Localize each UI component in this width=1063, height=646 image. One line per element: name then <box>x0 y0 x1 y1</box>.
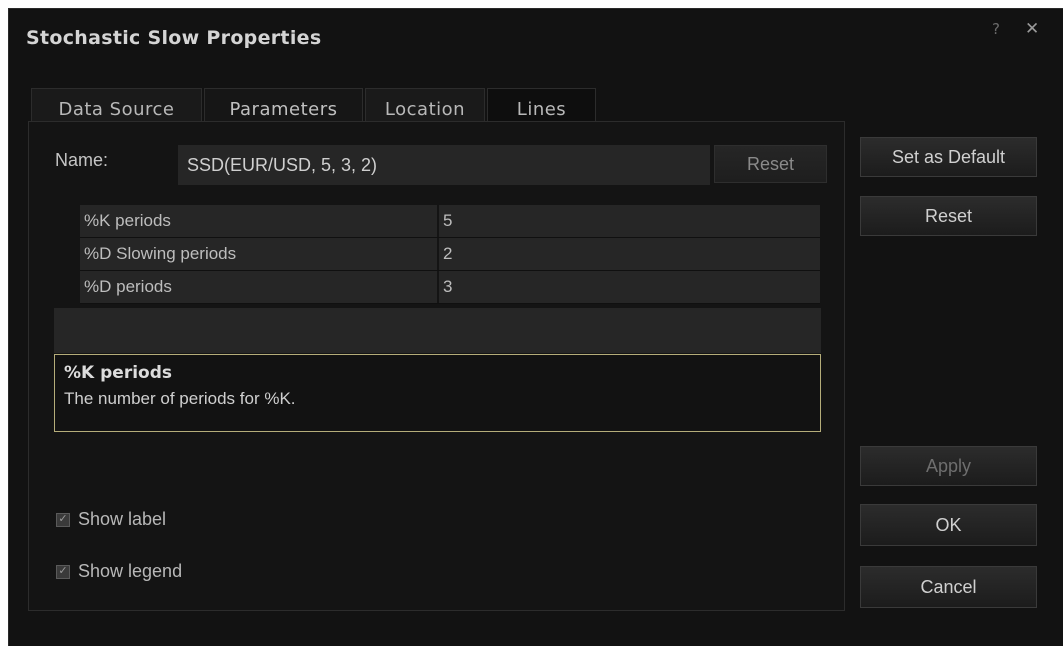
description-box: %K periods The number of periods for %K. <box>54 354 821 432</box>
parameter-value[interactable]: 2 <box>439 238 820 270</box>
parameter-value[interactable]: 3 <box>439 271 820 303</box>
ok-button[interactable]: OK <box>860 504 1037 546</box>
cancel-button[interactable]: Cancel <box>860 566 1037 608</box>
reset-button[interactable]: Reset <box>860 196 1037 236</box>
description-text: The number of periods for %K. <box>64 389 296 408</box>
parameter-row-d-periods[interactable]: %D periods 3 <box>80 271 820 304</box>
apply-button[interactable]: Apply <box>860 446 1037 486</box>
show-label-text: Show label <box>78 509 167 529</box>
name-input[interactable] <box>178 145 710 185</box>
checkbox-checked-icon[interactable]: ✓ <box>56 564 70 579</box>
help-icon[interactable]: ? <box>992 20 1000 38</box>
checkbox-checked-icon[interactable]: ✓ <box>56 512 70 527</box>
name-reset-button[interactable]: Reset <box>714 145 827 183</box>
parameter-name: %D Slowing periods <box>80 238 437 270</box>
show-legend-checkbox[interactable]: ✓ Show legend <box>56 561 182 582</box>
parameter-value[interactable]: 5 <box>439 205 820 237</box>
description-title: %K periods <box>64 363 173 383</box>
name-label: Name: <box>55 150 109 170</box>
show-label-checkbox[interactable]: ✓ Show label <box>56 509 166 530</box>
dialog-title: Stochastic Slow Properties <box>26 27 322 49</box>
parameters-grid: %K periods 5 %D Slowing periods 2 %D per… <box>80 205 820 304</box>
parameter-name: %D periods <box>80 271 437 303</box>
parameter-name: %K periods <box>80 205 437 237</box>
show-legend-text: Show legend <box>78 561 183 581</box>
close-icon[interactable]: ✕ <box>1025 19 1039 39</box>
set-as-default-button[interactable]: Set as Default <box>860 137 1037 177</box>
parameter-row-k-periods[interactable]: %K periods 5 <box>80 205 820 238</box>
parameter-row-d-slowing-periods[interactable]: %D Slowing periods 2 <box>80 238 820 271</box>
grid-empty-area <box>54 308 821 353</box>
